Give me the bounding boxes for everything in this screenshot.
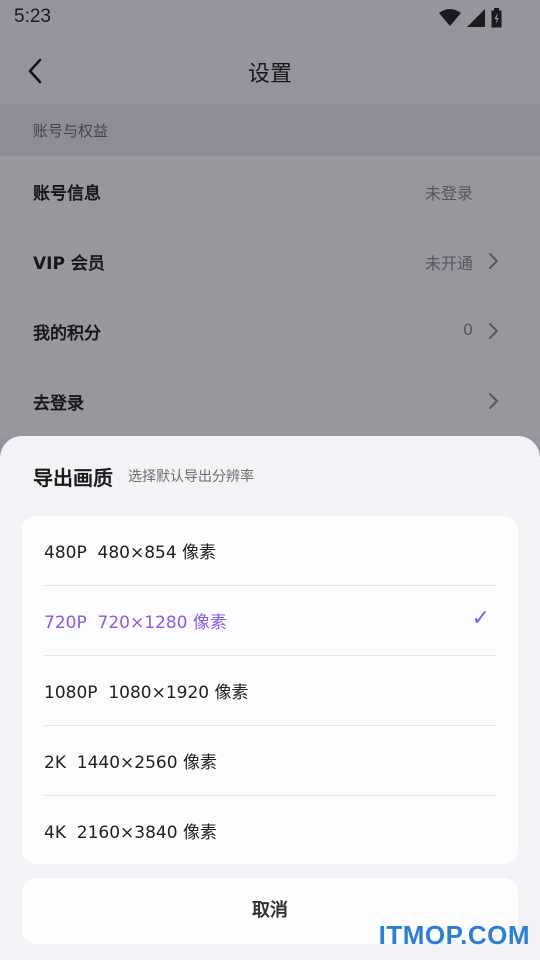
option-label: 1080P 1080×1920 像素 bbox=[44, 683, 249, 703]
check-icon: ✓ bbox=[471, 606, 490, 631]
export-quality-sheet: 导出画质 选择默认导出分辨率 480P 480×854 像素 720P 720×… bbox=[0, 436, 540, 960]
sheet-title: 导出画质 bbox=[33, 466, 113, 490]
option-label: 480P 480×854 像素 bbox=[44, 543, 217, 563]
option-label: 2K 1440×2560 像素 bbox=[44, 753, 217, 773]
option-1080p[interactable]: 1080P 1080×1920 像素 bbox=[22, 656, 518, 726]
watermark: ITMOP.COM bbox=[378, 920, 530, 950]
quality-options-list: 480P 480×854 像素 720P 720×1280 像素 ✓ 1080P… bbox=[22, 516, 518, 864]
option-label: 4K 2160×3840 像素 bbox=[44, 823, 217, 843]
sheet-subtitle: 选择默认导出分辨率 bbox=[128, 469, 254, 485]
option-720p[interactable]: 720P 720×1280 像素 ✓ bbox=[22, 586, 518, 656]
option-4k[interactable]: 4K 2160×3840 像素 bbox=[22, 796, 518, 864]
option-2k[interactable]: 2K 1440×2560 像素 bbox=[22, 726, 518, 796]
option-480p[interactable]: 480P 480×854 像素 bbox=[22, 516, 518, 586]
option-label: 720P 720×1280 像素 bbox=[44, 613, 227, 633]
